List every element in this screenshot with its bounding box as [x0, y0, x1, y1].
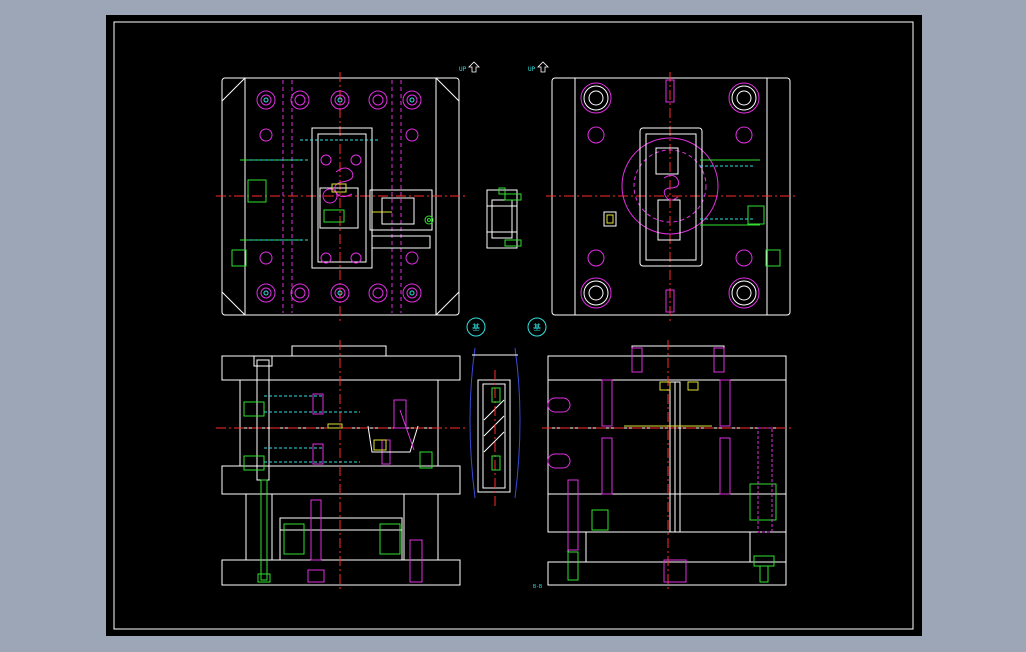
datum-right: 基 [527, 317, 547, 337]
section-view-middle [469, 347, 521, 506]
section-tag: B-B [533, 584, 542, 590]
up-marker-right: UP [528, 61, 549, 73]
section-view-right: B-B [533, 340, 792, 592]
plan-view-right [546, 72, 796, 321]
up-label-right: UP [528, 66, 536, 73]
mold-assembly-drawing: UP UP 基 基 B-B [113, 21, 914, 630]
up-arrow-icon [468, 61, 480, 73]
up-label-left: UP [459, 66, 467, 73]
up-arrow-icon [537, 61, 549, 73]
plan-view-left [216, 72, 466, 321]
datum-label-left: 基 [472, 322, 480, 332]
drawing-border [113, 21, 914, 630]
drawing-sheet: UP UP 基 基 B-B [106, 15, 922, 636]
datum-label-right: 基 [533, 322, 541, 332]
up-marker-left: UP [459, 61, 480, 73]
section-view-left [216, 340, 466, 592]
datum-left: 基 [466, 317, 486, 337]
slider-detail-view [486, 187, 522, 249]
